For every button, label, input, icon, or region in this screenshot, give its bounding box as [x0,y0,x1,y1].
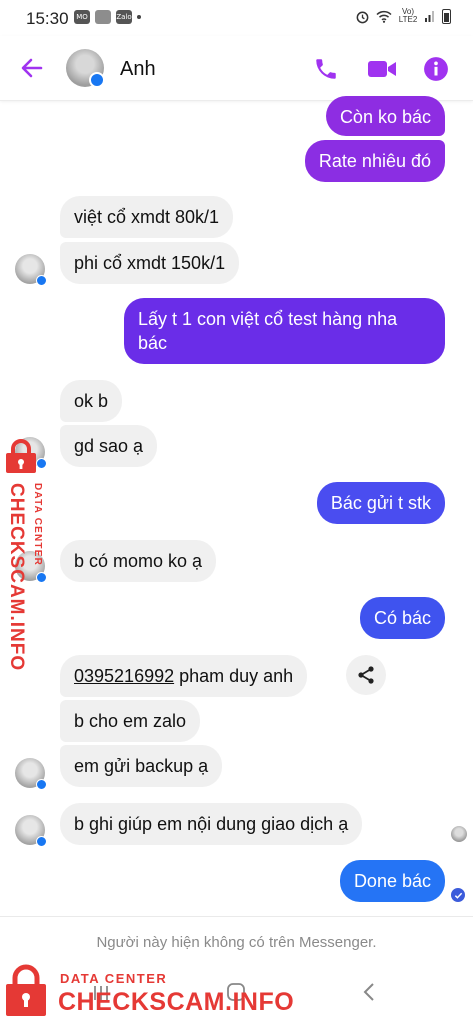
contact-name[interactable]: Anh [120,58,156,81]
incoming-message-phone[interactable]: 0395216992 pham duy anh [60,655,308,697]
watermark-line2: CHECKSCAM.INFO [58,988,295,1016]
network-label: Vo) LTE2 [398,7,418,24]
incoming-message[interactable]: phi cổ xmdt 150k/1 [60,242,240,284]
verified-badge [89,72,105,88]
incoming-message[interactable]: gd sao ạ [60,425,158,467]
status-bar: 15:30 MO MO Zalo Vo) LTE2 [0,0,473,36]
sent-check-icon [451,888,465,902]
back-nav-icon[interactable] [362,982,376,1008]
verified-badge [36,779,47,790]
alarm-icon [356,11,369,23]
contact-avatar[interactable] [66,49,105,88]
incoming-message[interactable]: b ghi giúp em nội dung giao dịch ạ [60,803,363,845]
zalo-app-icon: Zalo [116,10,132,24]
info-icon[interactable] [423,56,449,82]
seen-receipt-avatar [451,826,467,842]
watermark-line1-vertical: DATA CENTER [32,483,43,567]
outgoing-message[interactable]: Rate nhiêu đó [304,140,445,182]
incoming-message[interactable]: em gửi backup ạ [60,745,223,787]
momo-app-icon: MO MO [74,10,90,35]
contact-avatar-small[interactable] [15,758,47,790]
watermark-line1: DATA CENTER [60,971,168,986]
image-app-icon [95,10,111,24]
incoming-message[interactable]: b có momo ko ạ [60,540,217,582]
chat-header: Anh [0,36,473,101]
lock-watermark-icon [6,964,46,1016]
contact-avatar-small[interactable] [15,254,47,286]
watermark-line2-vertical: CHECKSCAM.INFO [6,483,27,672]
message-text: pham duy anh [174,666,294,686]
outgoing-message[interactable]: Có bác [359,597,445,639]
contact-avatar-small[interactable] [15,815,47,847]
back-arrow-icon[interactable] [20,56,44,80]
incoming-message[interactable]: b cho em zalo [60,700,201,742]
phone-icon[interactable] [313,56,339,82]
phone-number-link[interactable]: 0395216992 [74,666,174,686]
lock-watermark-icon [6,439,36,473]
verified-badge [36,836,47,847]
share-icon [358,666,374,684]
side-watermark: DATA CENTER CHECKSCAM.INFO [3,438,51,672]
video-camera-icon[interactable] [367,56,397,82]
status-time: 15:30 [26,9,69,28]
outgoing-message[interactable]: Done bác [339,860,445,902]
outgoing-message[interactable]: Còn ko bác [325,96,445,136]
share-button[interactable] [346,655,386,695]
signal-icon [425,11,434,22]
wifi-icon [376,10,392,23]
outgoing-message[interactable]: Lấy t 1 con việt cổ test hàng nha bác [124,298,445,364]
battery-icon [442,8,451,24]
verified-badge [36,275,47,286]
incoming-message[interactable]: việt cổ xmdt 80k/1 [60,196,234,238]
more-notifications-dot [137,15,141,19]
system-icons: Vo) LTE2 [355,8,451,24]
incoming-message[interactable]: ok b [60,380,123,422]
not-on-messenger-notice: Người này hiện không có trên Messenger. [96,934,377,951]
outgoing-message[interactable]: Bác gửi t stk [316,482,445,524]
footer-divider [0,916,473,917]
notification-icons: MO MO Zalo [74,10,141,35]
